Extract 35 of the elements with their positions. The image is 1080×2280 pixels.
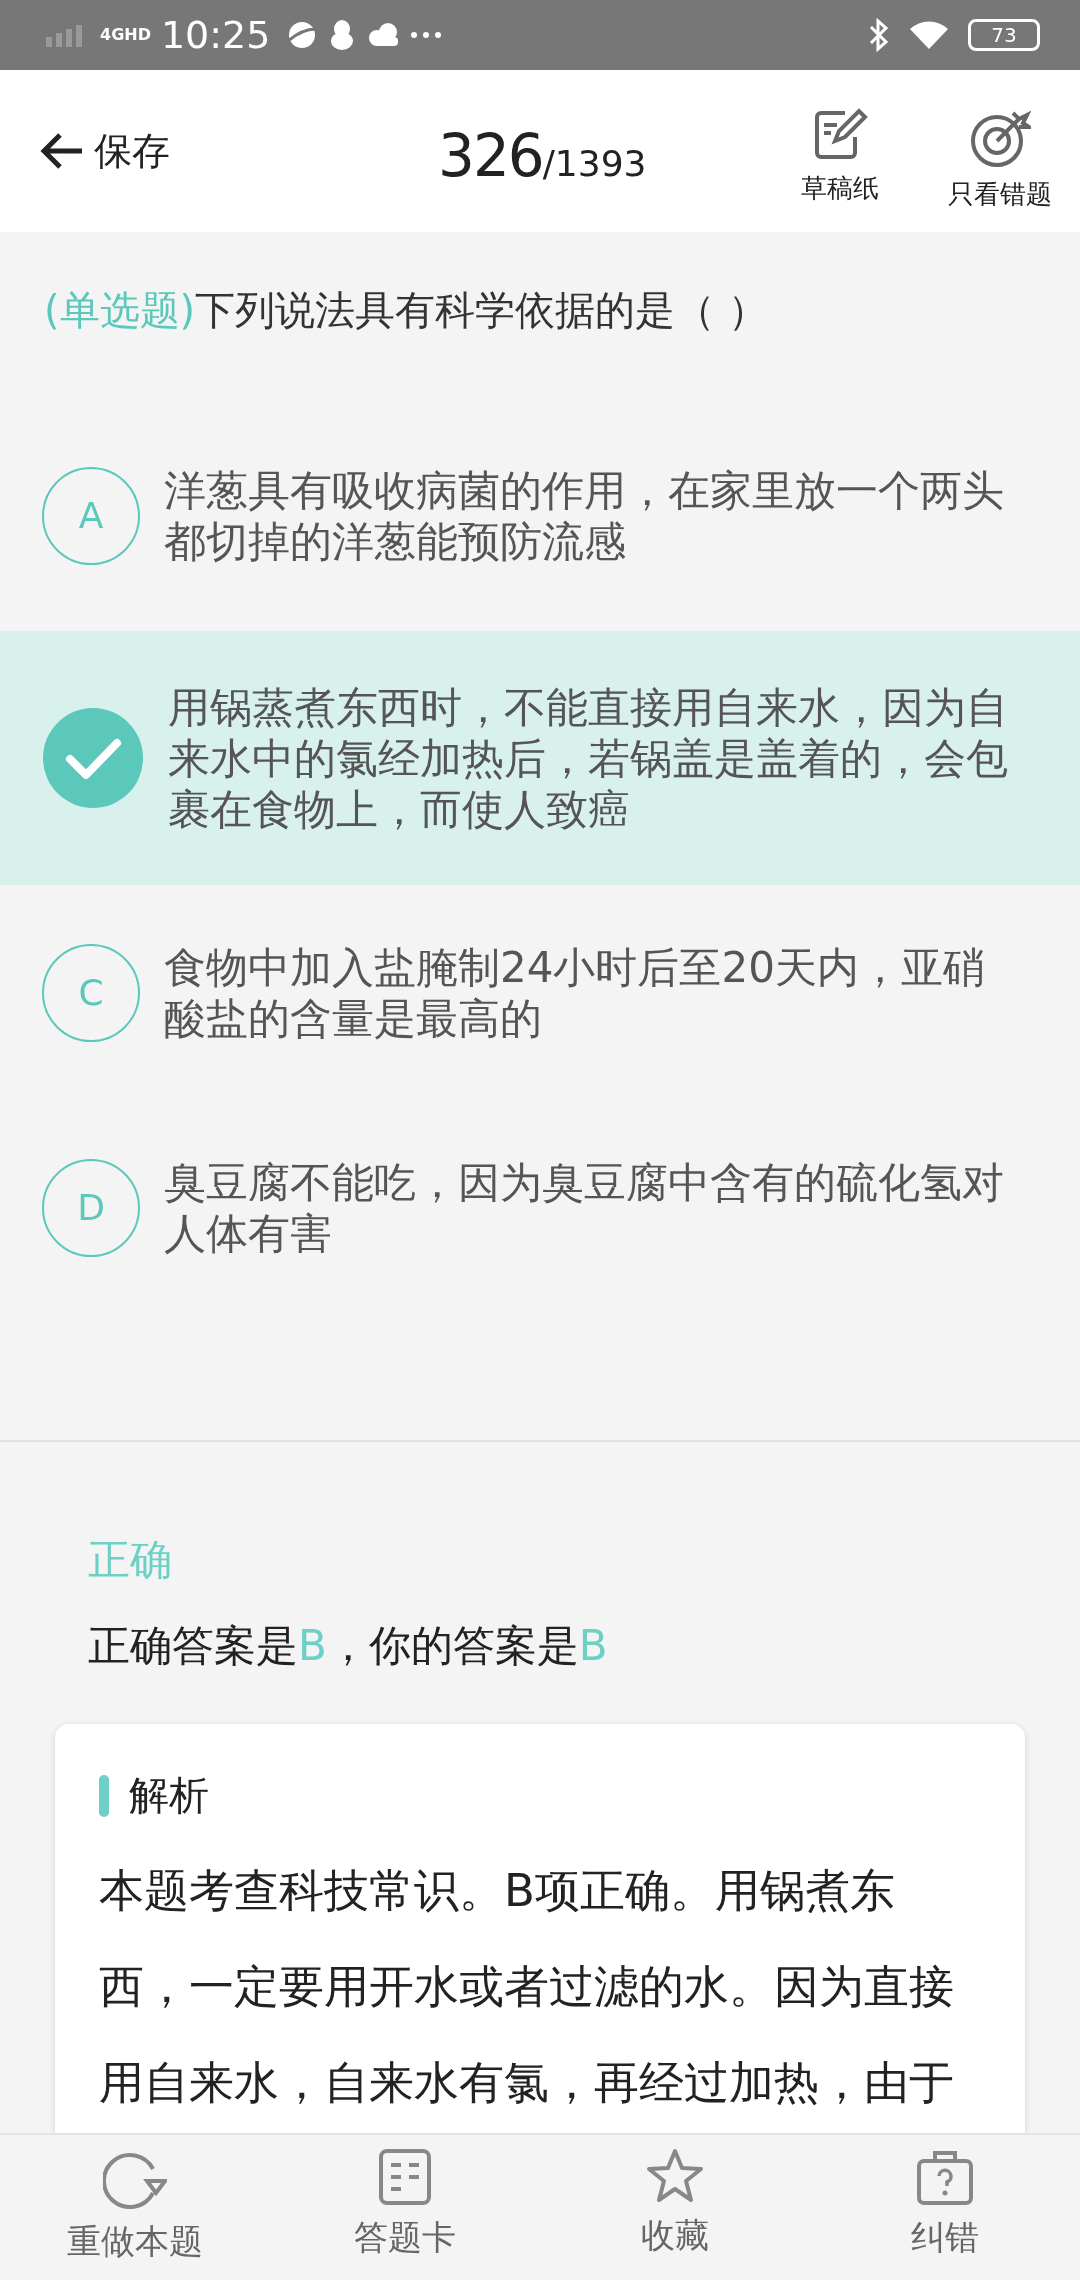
wifi-icon — [908, 19, 950, 51]
option-text: 用锅蒸煮东西时，不能直接用自来水，因为自来水中的氯经加热后，若锅盖是盖着的，会包裹在食物上，而使人致癌 — [168, 681, 1009, 835]
toolbar-button[interactable]: 纠错 — [911, 2135, 979, 2280]
back-button[interactable]: 保存 — [38, 125, 170, 177]
accent-bar — [99, 1774, 109, 1817]
clock: 10:25 — [160, 13, 271, 57]
analysis-title: 解析 — [129, 1771, 209, 1820]
answer-option[interactable]: A 洋葱具有吸收病菌的作用，在家里放一个两头都切掉的洋葱能预防流感 — [0, 408, 1080, 623]
toolbar-button[interactable]: 收藏 — [641, 2135, 709, 2280]
question-text: (单选题)下列说法具有科学依据的是（ ） — [43, 286, 769, 335]
answer-summary: 正确答案是B，你的答案是B — [88, 1620, 609, 1672]
option-text: 食物中加入盐腌制24小时后至20天内，亚硝酸盐的含量是最高的 — [164, 941, 986, 1044]
analysis-text: 本题考查科技常识。B项正确。用锅煮东西，一定要用开水或者过滤的水。因为直接用自来水，自来水有氯，再经过加热，由于 — [99, 1863, 955, 2111]
option-letter: D — [42, 1158, 140, 1257]
network-type: 4GHD — [100, 27, 151, 43]
battery-icon: 73 — [968, 19, 1040, 51]
list-card-icon — [377, 2147, 433, 2207]
option-text: 洋葱具有吸收病菌的作用，在家里放一个两头都切掉的洋葱能预防流感 — [164, 464, 1005, 567]
bluetooth-icon — [868, 18, 890, 52]
toolbar-button[interactable]: 答题卡 — [354, 2135, 456, 2280]
star-icon — [645, 2147, 705, 2205]
answer-option[interactable]: 用锅蒸煮东西时，不能直接用自来水，因为自来水中的氯经加热后，若锅盖是盖着的，会包裹在食物上，而使人致癌 — [0, 631, 1080, 885]
toolbar-button[interactable]: 重做本题 — [67, 2135, 203, 2280]
option-text: 臭豆腐不能吃，因为臭豆腐中含有的硫化氢对人体有害 — [164, 1156, 1005, 1259]
more-icon — [410, 31, 443, 39]
checkmark-icon — [42, 707, 144, 809]
wrong-only-button[interactable]: 只看错题 — [928, 106, 1072, 212]
option-letter: C — [42, 943, 140, 1042]
scratch-paper-button[interactable]: 草稿纸 — [768, 106, 912, 212]
answer-option[interactable]: D 臭豆腐不能吃，因为臭豆腐中含有的硫化氢对人体有害 — [0, 1100, 1080, 1315]
answer-option[interactable]: C 食物中加入盐腌制24小时后至20天内，亚硝酸盐的含量是最高的 — [0, 885, 1080, 1100]
result-status: 正确 — [88, 1534, 172, 1586]
cloud-icon — [366, 21, 401, 49]
option-letter: A — [42, 466, 140, 565]
question-counter: 326/1393 — [438, 122, 647, 190]
